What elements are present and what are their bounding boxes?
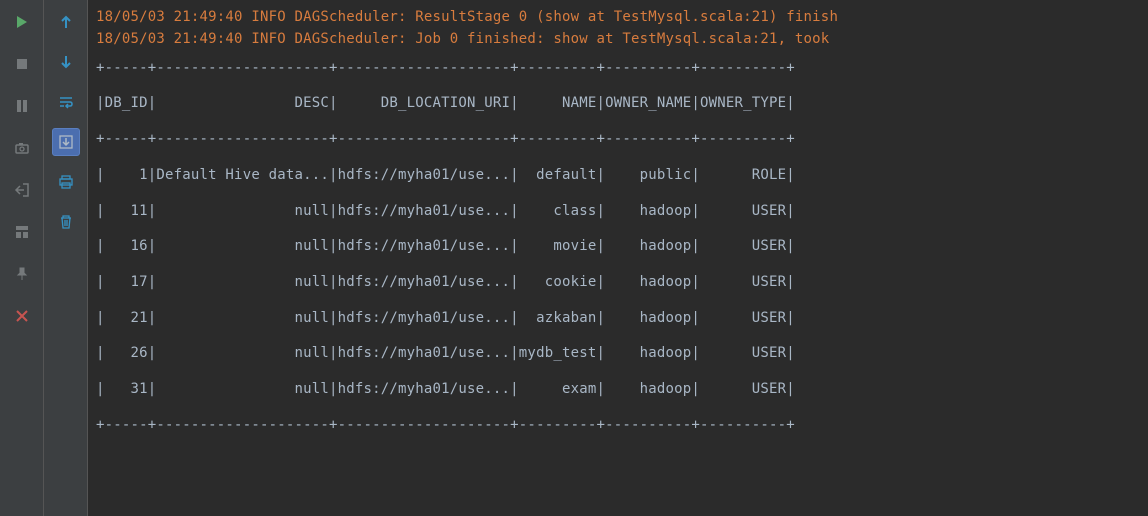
scroll-to-end-icon xyxy=(58,134,74,150)
table-row: | 26| null|hdfs://myha01/use...|mydb_tes… xyxy=(96,336,1140,372)
scroll-down-button[interactable] xyxy=(52,48,80,76)
arrow-down-icon xyxy=(58,54,74,70)
stop-button[interactable] xyxy=(8,50,36,78)
close-icon xyxy=(14,308,30,324)
dump-button[interactable] xyxy=(8,134,36,162)
run-icon xyxy=(14,14,30,30)
layout-icon xyxy=(14,224,30,240)
pin-icon xyxy=(14,266,30,282)
scroll-up-button[interactable] xyxy=(52,8,80,36)
table-row: | 17| null|hdfs://myha01/use...| cookie|… xyxy=(96,265,1140,301)
run-button[interactable] xyxy=(8,8,36,36)
console-toolbar xyxy=(44,0,88,516)
table-row: | 11| null|hdfs://myha01/use...| class| … xyxy=(96,194,1140,230)
trash-icon xyxy=(58,214,74,230)
log-line: 18/05/03 21:49:40 INFO DAGScheduler: Res… xyxy=(96,6,1140,28)
table-header: |DB_ID| DESC| DB_LOCATION_URI| NAME|OWNE… xyxy=(96,86,1140,122)
log-line: 18/05/03 21:49:40 INFO DAGScheduler: Job… xyxy=(96,28,1140,50)
table-row: | 21| null|hdfs://myha01/use...| azkaban… xyxy=(96,301,1140,337)
ide-console-panel: 18/05/03 21:49:40 INFO DAGScheduler: Res… xyxy=(0,0,1148,516)
wrap-icon xyxy=(58,94,74,110)
table-row: | 16| null|hdfs://myha01/use...| movie| … xyxy=(96,229,1140,265)
console-output[interactable]: 18/05/03 21:49:40 INFO DAGScheduler: Res… xyxy=(88,0,1148,516)
exit-button[interactable] xyxy=(8,176,36,204)
table-border-top: +-----+--------------------+------------… xyxy=(96,51,1140,87)
pause-icon xyxy=(14,98,30,114)
camera-icon xyxy=(14,140,30,156)
run-toolbar xyxy=(0,0,44,516)
table-border-bottom: +-----+--------------------+------------… xyxy=(96,408,1140,444)
print-icon xyxy=(58,174,74,190)
soft-wrap-button[interactable] xyxy=(52,88,80,116)
clear-button[interactable] xyxy=(52,208,80,236)
close-tab-button[interactable] xyxy=(8,302,36,330)
stop-icon xyxy=(14,56,30,72)
layout-button[interactable] xyxy=(8,218,36,246)
table-row: | 31| null|hdfs://myha01/use...| exam| h… xyxy=(96,372,1140,408)
table-border-mid: +-----+--------------------+------------… xyxy=(96,122,1140,158)
scroll-to-end-button[interactable] xyxy=(52,128,80,156)
table-row: | 1|Default Hive data...|hdfs://myha01/u… xyxy=(96,158,1140,194)
exit-icon xyxy=(14,182,30,198)
pin-button[interactable] xyxy=(8,260,36,288)
print-button[interactable] xyxy=(52,168,80,196)
pause-button[interactable] xyxy=(8,92,36,120)
arrow-up-icon xyxy=(58,14,74,30)
